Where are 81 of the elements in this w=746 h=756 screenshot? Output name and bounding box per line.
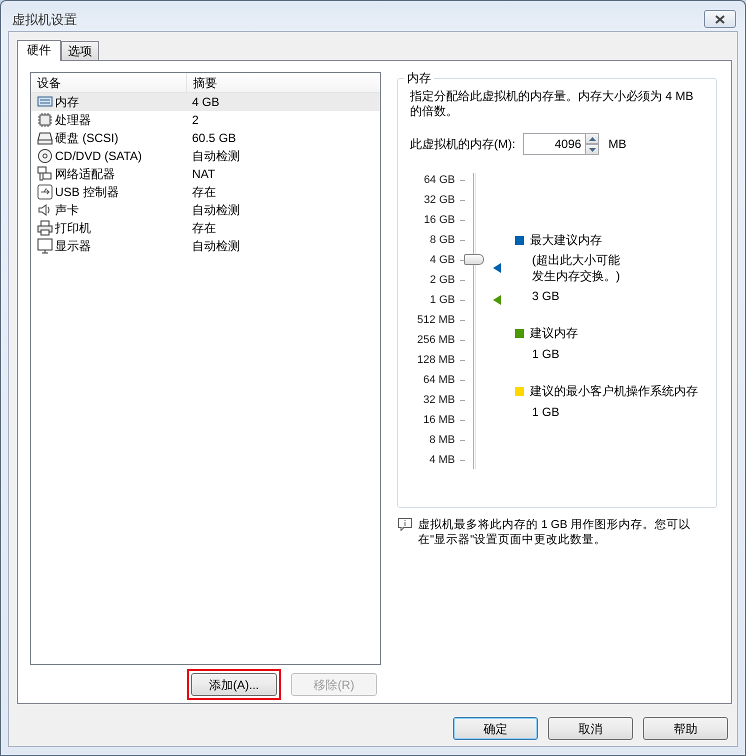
scale-label: 8 GB	[428, 233, 455, 248]
column-header: 摘要	[186, 73, 217, 92]
disc-icon	[37, 148, 53, 164]
scale-label: 2 GB	[428, 273, 455, 288]
device-name: 显示器	[55, 238, 91, 255]
list-row[interactable]: 处理器 2	[31, 111, 380, 129]
usb-icon	[37, 184, 53, 200]
legend-title: 建议内存	[530, 325, 578, 342]
scale-label: 32 GB	[422, 193, 455, 208]
scale-label: 512 MB	[416, 313, 455, 328]
legend-value: 1 GB	[532, 346, 560, 363]
field-label: 此虚拟机的内存(M):	[410, 136, 516, 153]
memory-field[interactable]: 4096	[523, 133, 586, 155]
device-summary: 存在	[191, 184, 216, 201]
device-summary: 60.5 GB	[191, 130, 236, 147]
cancel-button[interactable]: 取消	[548, 717, 633, 740]
device-name: 处理器	[55, 112, 91, 129]
list-row[interactable]: 硬盘 (SCSI) 60.5 GB	[31, 129, 380, 147]
unit-label: MB	[608, 136, 626, 153]
device-summary: 存在	[191, 220, 216, 237]
down-arrow-icon	[588, 148, 596, 152]
device-summary: NAT	[191, 166, 216, 183]
spin-up-button[interactable]	[585, 133, 600, 144]
tab[interactable]: 选项	[61, 41, 99, 60]
device-name: CD/DVD (SATA)	[55, 148, 142, 165]
device-name: 打印机	[55, 220, 91, 237]
device-name: 网络适配器	[55, 166, 115, 183]
scale-label: 128 MB	[416, 353, 455, 368]
network-icon	[37, 166, 53, 182]
up-arrow-icon	[588, 136, 596, 140]
spin-down-button[interactable]	[585, 144, 600, 155]
scale-label: 4 GB	[428, 253, 455, 268]
help-button[interactable]: 帮助	[643, 717, 728, 740]
scale-label: 32 MB	[422, 393, 455, 408]
scale-label: 16 MB	[422, 413, 455, 428]
group-title: 内存	[404, 71, 434, 85]
scale-label: 8 MB	[428, 433, 455, 448]
device-name: 硬盘 (SCSI)	[55, 130, 118, 147]
device-summary: 自动检测	[191, 202, 240, 219]
legend-note: (超出此大小可能	[532, 252, 621, 268]
scale-label: 256 MB	[416, 333, 455, 348]
legend-title: 建议的最小客户机操作系统内存	[530, 383, 698, 400]
ok-button[interactable]: 确定	[453, 717, 538, 740]
device-name: USB 控制器	[55, 184, 120, 201]
legend-value: 1 GB	[532, 404, 560, 421]
list-row[interactable]: 内存 4 GB	[31, 93, 380, 111]
description-text: 指定分配给此虚拟机的内存量。内存大小必须为 4 MB 的倍数。	[410, 89, 694, 119]
list-row[interactable]: USB 控制器 存在	[31, 183, 380, 201]
list-row[interactable]: CD/DVD (SATA) 自动检测	[31, 147, 380, 165]
legend-title: 最大建议内存	[530, 232, 602, 249]
device-summary: 4 GB	[191, 94, 220, 111]
column-header: 设备	[36, 74, 62, 92]
list-row[interactable]: 打印机 存在	[31, 219, 380, 237]
marker-icon	[493, 295, 501, 306]
device-name: 声卡	[55, 202, 79, 219]
window-title: 虚拟机设置	[11, 11, 78, 29]
marker-icon	[493, 263, 501, 274]
device-summary: 2	[191, 112, 199, 129]
list-row[interactable]: 网络适配器 NAT	[31, 165, 380, 183]
tab[interactable]: 硬件	[17, 40, 61, 61]
add-button[interactable]: 添加(A)...	[191, 673, 277, 696]
printer-icon	[37, 220, 53, 236]
scale-label: 64 GB	[422, 173, 455, 188]
scale-label: 1 GB	[428, 293, 455, 308]
scale-label: 4 MB	[428, 453, 455, 468]
info-icon	[398, 518, 412, 531]
chip-icon	[37, 112, 53, 128]
legend-value: 3 GB	[532, 288, 560, 305]
list-row[interactable]: 声卡 自动检测	[31, 201, 380, 219]
info-text: 虚拟机最多将此内存的 1 GB 用作图形内存。您可以在"显示器"设置页面中更改此数量。	[418, 518, 692, 548]
scale-label: 64 MB	[422, 373, 455, 388]
device-summary: 自动检测	[191, 148, 240, 165]
list-row[interactable]: 显示器 自动检测	[31, 237, 380, 255]
monitor-icon	[37, 238, 53, 254]
slider-thumb[interactable]	[464, 254, 484, 266]
device-summary: 自动检测	[191, 238, 240, 255]
close-icon	[715, 14, 725, 24]
device-name: 内存	[55, 94, 79, 111]
scale-label: 16 GB	[422, 213, 455, 228]
close-button[interactable]	[704, 10, 736, 28]
legend-note: 发生内存交换。)	[532, 268, 621, 284]
